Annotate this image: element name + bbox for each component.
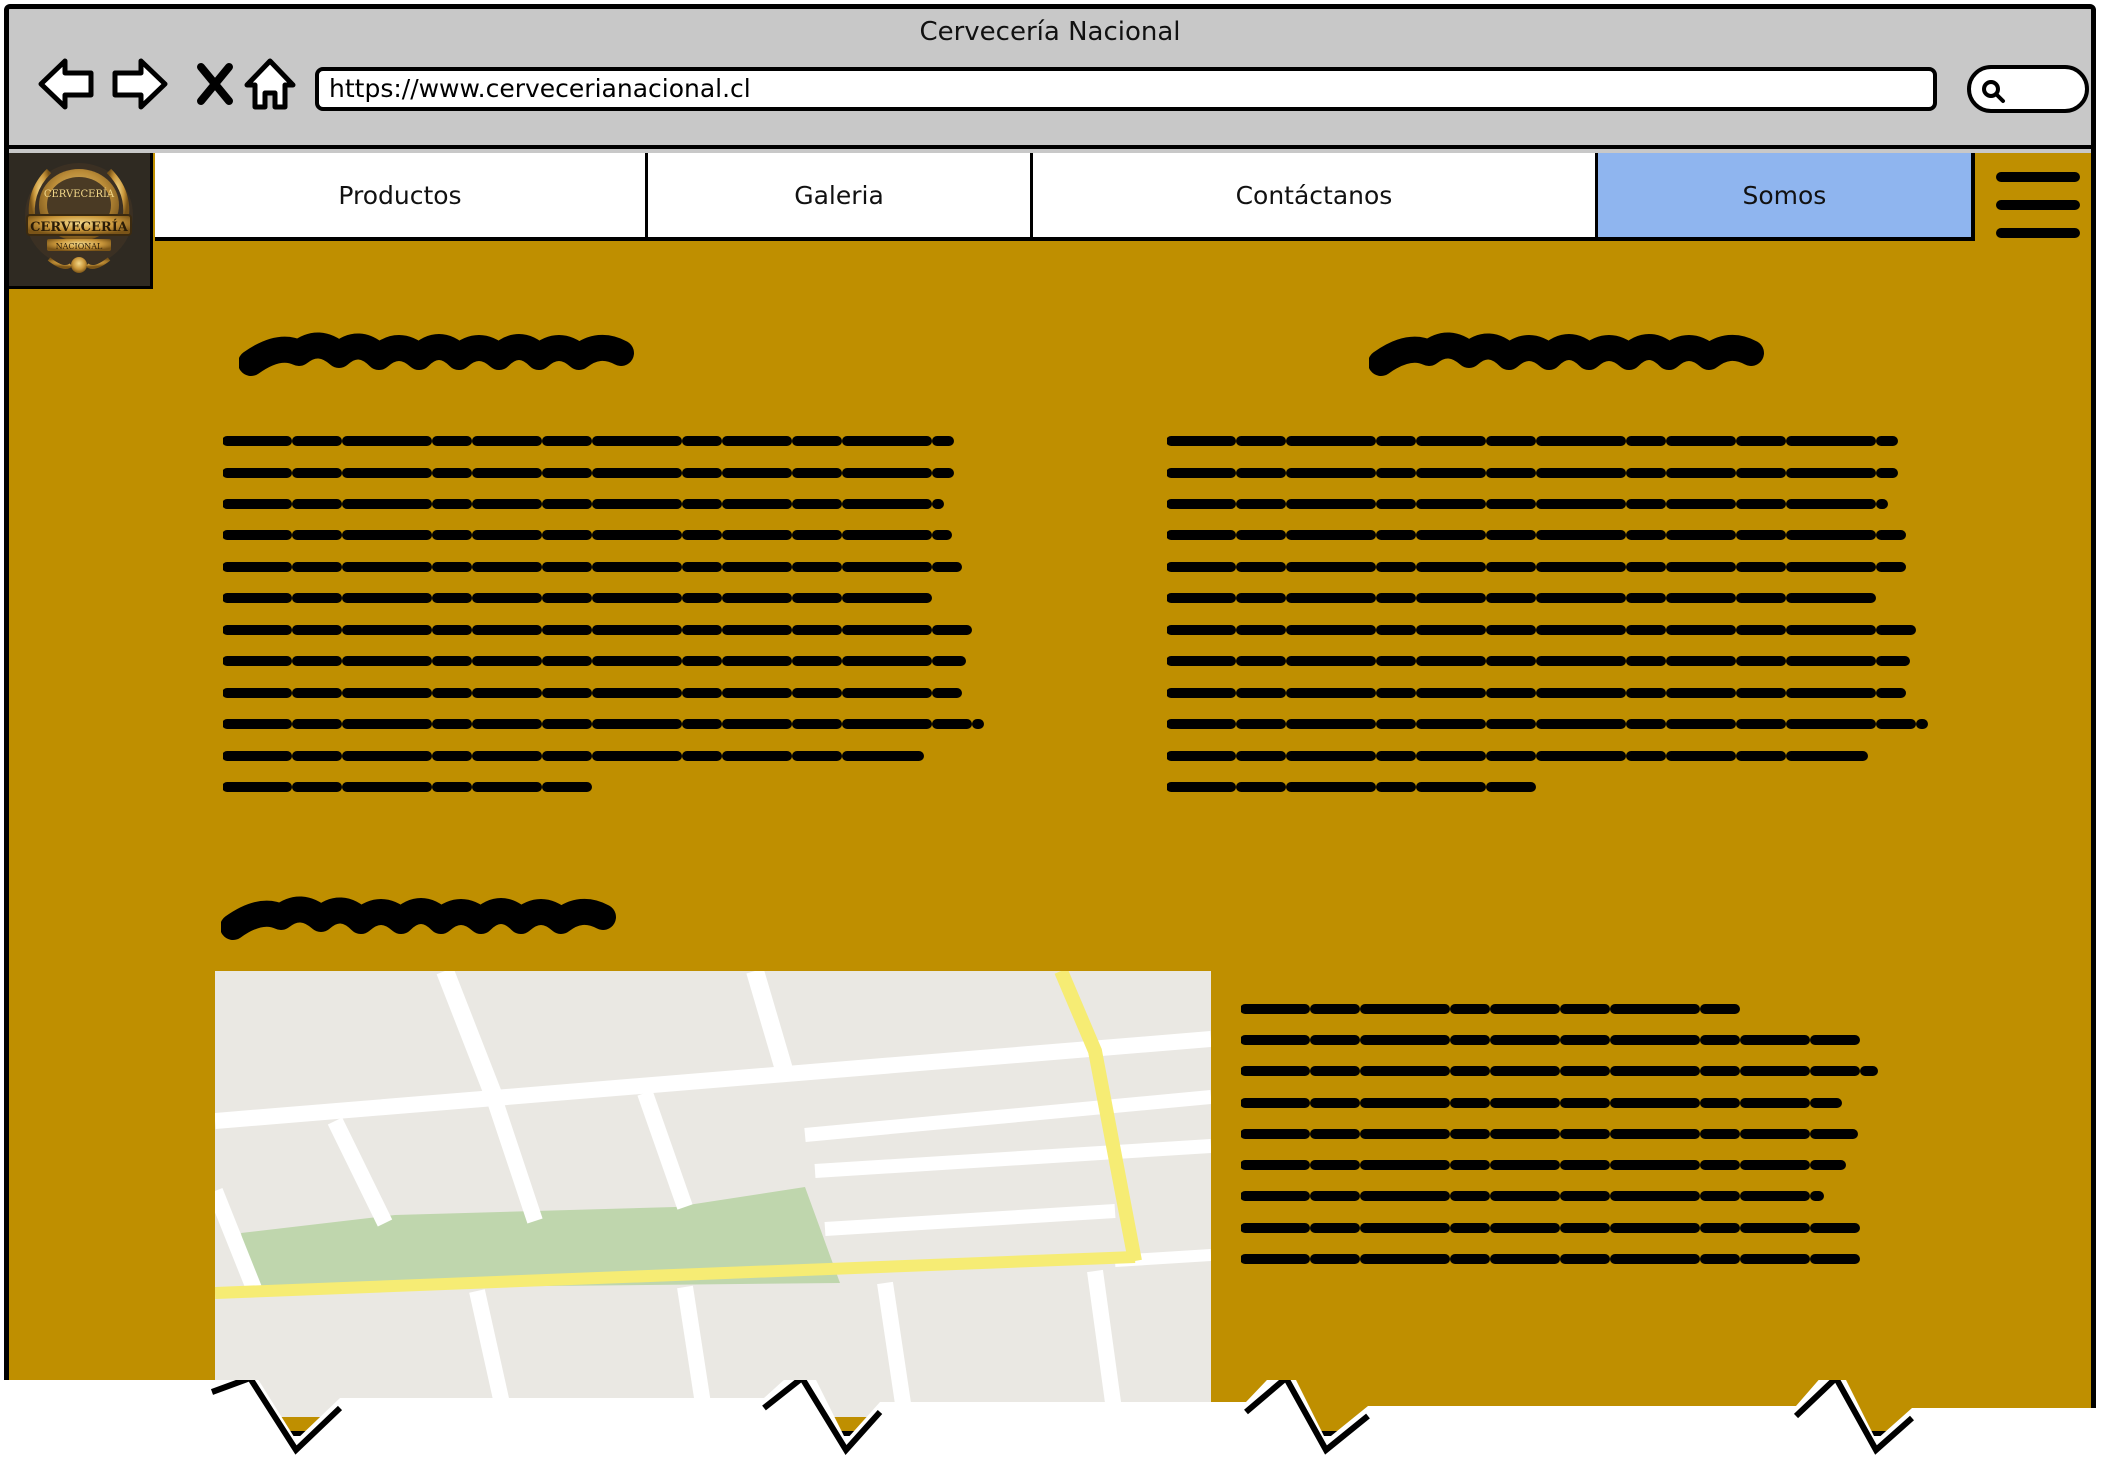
forward-arrow-icon[interactable] [109,55,171,113]
brand-logo[interactable]: CERVECERÍA CERVECERÍA NACIONAL [9,153,153,289]
browser-toolbar: Cervecería Nacional https://www.cervecer… [9,9,2091,149]
main-navigation: Productos Galeria Contáctanos Somos [155,153,1975,241]
section-heading-scribble [1369,332,1764,376]
browser-search-field[interactable] [1967,65,2089,113]
paragraph-scribble [1241,1004,1878,1264]
nav-item-galeria[interactable]: Galeria [647,153,1034,237]
section-heading-scribble [239,332,634,376]
paragraph-scribble [223,436,984,792]
close-x-icon[interactable] [185,55,247,113]
nav-item-contactanos[interactable]: Contáctanos [1033,153,1598,237]
svg-text:CERVECERÍA: CERVECERÍA [44,188,115,200]
window-title: Cervecería Nacional [919,17,1181,47]
search-icon [1982,80,2005,103]
svg-text:CERVECERÍA: CERVECERÍA [30,219,129,235]
nav-item-somos[interactable]: Somos [1597,153,1971,237]
paragraph-scribble [1167,436,1928,792]
torn-page-edge [0,1380,2104,1476]
map-image [215,971,1211,1417]
page-viewport: CERVECERÍA CERVECERÍA NACIONAL Productos… [9,153,2091,1431]
location-map[interactable] [215,971,1211,1417]
svg-text:NACIONAL: NACIONAL [56,242,103,251]
url-input[interactable]: https://www.cervecerianacional.cl [315,67,1937,111]
nav-item-productos[interactable]: Productos [155,153,648,237]
brewery-crest-icon: CERVECERÍA CERVECERÍA NACIONAL [25,163,133,273]
browser-window: Cervecería Nacional https://www.cervecer… [4,4,2096,1436]
home-icon[interactable] [239,55,301,113]
back-arrow-icon[interactable] [35,55,97,113]
hamburger-menu-icon[interactable] [1995,167,2081,243]
